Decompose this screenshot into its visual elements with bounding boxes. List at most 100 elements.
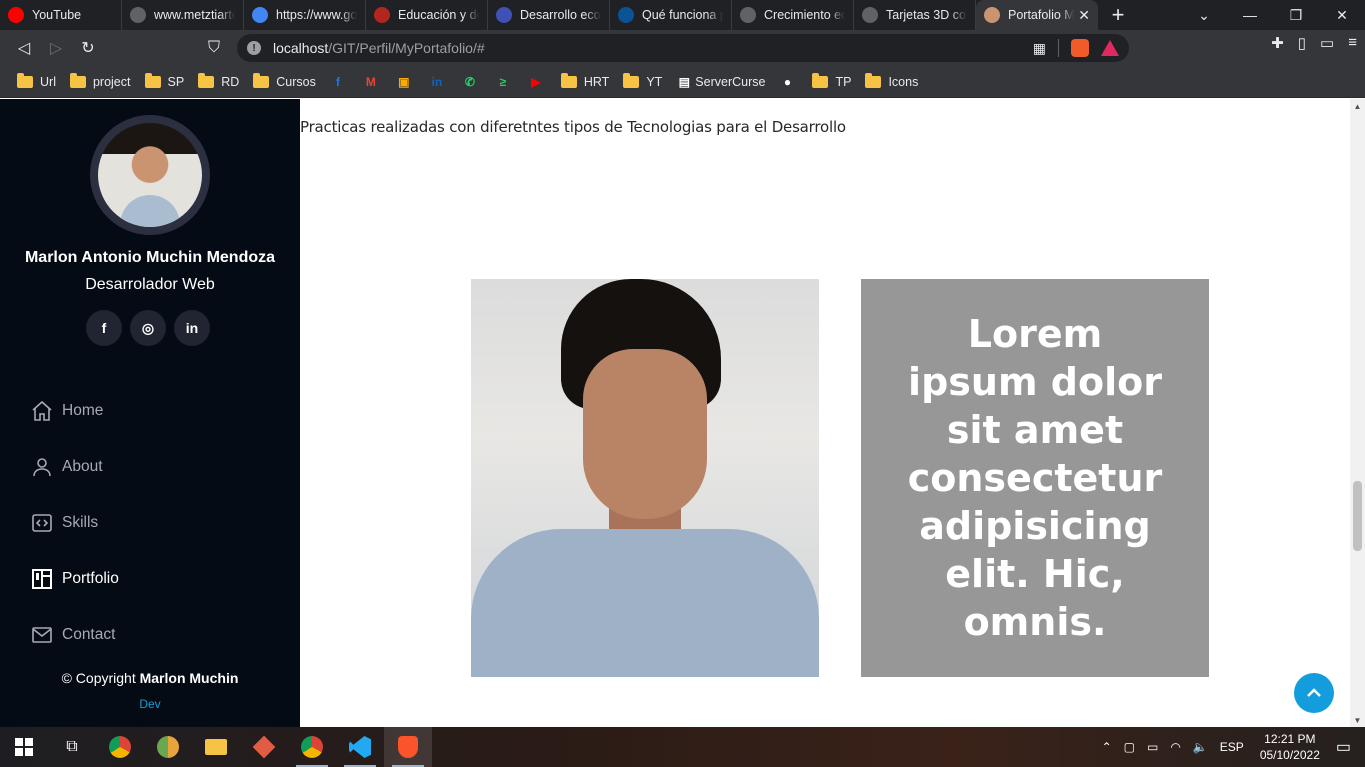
nav-item-skills[interactable]: Skills — [30, 495, 119, 551]
brave-rewards-icon[interactable] — [1101, 40, 1119, 56]
show-hidden-icons[interactable]: ⌃ — [1102, 740, 1112, 754]
facebook-link[interactable]: f — [86, 310, 122, 346]
bookmark-item[interactable]: ▶ — [523, 70, 552, 94]
bookmark-item[interactable]: YT — [618, 70, 667, 94]
copyright-name: Marlon Muchin — [139, 670, 239, 686]
bookmark-item[interactable]: project — [65, 70, 136, 94]
address-host: localhost — [273, 40, 329, 56]
bookmark-item[interactable]: ✆ — [457, 70, 486, 94]
site-info-icon[interactable]: ! — [247, 41, 261, 55]
browser-tab[interactable]: Qué funciona pa — [610, 0, 732, 30]
nav-item-contact[interactable]: Contact — [30, 607, 119, 663]
browser-tab[interactable]: https://www.goo — [244, 0, 366, 30]
reload-button[interactable]: ↻ — [72, 34, 104, 62]
scrollbar-thumb[interactable] — [1353, 481, 1362, 551]
new-tab-button[interactable]: + — [1098, 0, 1138, 30]
portfolio-card-front-photo[interactable] — [471, 279, 819, 677]
extensions-icon[interactable]: ✚ — [1271, 34, 1284, 52]
notification-icon[interactable]: ▭ — [1336, 737, 1351, 757]
vscode-icon[interactable] — [336, 727, 384, 767]
bookmark-item[interactable]: Url — [12, 70, 61, 94]
nav-item-about[interactable]: About — [30, 439, 119, 495]
bookmark-item[interactable]: M — [358, 70, 387, 94]
close-window-button[interactable]: ✕ — [1319, 0, 1365, 30]
bookmark-label: Cursos — [276, 74, 316, 89]
bookmark-item[interactable]: in — [424, 70, 453, 94]
bookmark-item[interactable]: ▤ ServerCurse — [671, 70, 770, 94]
clock[interactable]: 12:21 PM 05/10/2022 — [1260, 731, 1320, 763]
language-indicator[interactable]: ESP — [1220, 740, 1244, 754]
bookmark-item[interactable]: Cursos — [248, 70, 321, 94]
brave-shields-icon[interactable] — [1071, 39, 1089, 57]
close-tab-icon[interactable]: ✕ — [1078, 7, 1090, 24]
bookmark-label: SP — [167, 74, 185, 89]
browser-tab[interactable]: Crecimiento eco — [732, 0, 854, 30]
section-description: Practicas realizadas con diferetntes tip… — [300, 118, 846, 136]
credit-link[interactable]: Dev — [0, 697, 300, 711]
facebook-icon: f — [335, 74, 340, 89]
browser-tab[interactable]: Desarrollo econ — [488, 0, 610, 30]
scroll-up-arrow[interactable]: ▲ — [1350, 99, 1365, 113]
wallet-icon[interactable]: ▭ — [1320, 34, 1334, 52]
browser-tab[interactable]: YouTube — [0, 0, 122, 30]
copyright-prefix: © Copyright — [61, 670, 140, 686]
tab-title: Tarjetas 3D con — [886, 8, 967, 22]
chrome-profile-icon[interactable] — [288, 727, 336, 767]
system-tray: ⌃ ▢ ▭ ◠ 🔈 ESP 12:21 PM 05/10/2022 ▭ — [1096, 727, 1365, 767]
bookmark-item[interactable]: TP — [807, 70, 856, 94]
bookmark-item[interactable]: f — [325, 70, 354, 94]
folder-icon — [865, 72, 882, 88]
browser-tab[interactable]: Tarjetas 3D con — [854, 0, 976, 30]
nav-item-home[interactable]: Home — [30, 383, 119, 439]
nav-item-portfolio[interactable]: Portfolio — [30, 551, 119, 607]
folder-icon — [69, 72, 86, 88]
browser-tab[interactable]: Educación y des — [366, 0, 488, 30]
bookmark-item[interactable]: HRT — [556, 70, 614, 94]
classroom-icon: ▣ — [398, 74, 410, 89]
forward-button[interactable]: ▷ — [40, 34, 72, 62]
bookmark-item[interactable]: ▣ — [391, 70, 420, 94]
bookmark-item[interactable]: ● — [774, 70, 803, 94]
google-icon — [252, 7, 268, 23]
restore-button[interactable]: ❐ — [1273, 0, 1319, 30]
git-kraken-icon[interactable] — [240, 727, 288, 767]
copyright: © Copyright Marlon Muchin — [0, 670, 300, 686]
address-bar[interactable]: ! localhost/GIT/Perfil/MyPortafolio/# ▦ — [237, 34, 1129, 62]
linkedin-link[interactable]: in — [174, 310, 210, 346]
portfolio-card-text[interactable]: Lorem ipsum dolor sit amet consectetur a… — [861, 279, 1209, 677]
file-explorer-icon[interactable] — [192, 727, 240, 767]
chrome-icon[interactable] — [96, 727, 144, 767]
site-icon — [618, 7, 634, 23]
envelope-icon — [32, 627, 52, 643]
tab-title: Desarrollo econ — [520, 8, 601, 22]
bookmark-item[interactable]: Icons — [860, 70, 923, 94]
tab-search-icon[interactable]: ⌄ — [1181, 0, 1227, 30]
bookmark-icon[interactable]: ⛉ — [198, 34, 230, 62]
wifi-icon[interactable]: ◠ — [1170, 740, 1180, 754]
bookmark-item[interactable]: ≥ — [490, 70, 519, 94]
battery-icon[interactable]: ▭ — [1147, 740, 1158, 754]
task-view-icon[interactable]: ⧉ — [48, 727, 96, 767]
volume-icon[interactable]: 🔈 — [1193, 740, 1208, 754]
sidebar-icon[interactable]: ▯ — [1298, 34, 1306, 52]
back-button[interactable]: ◁ — [8, 34, 40, 62]
back-to-top-button[interactable] — [1294, 673, 1334, 713]
browser-tab[interactable]: Portafolio M ✕ — [976, 0, 1098, 30]
tab-title: Portafolio M — [1008, 8, 1075, 22]
bookmark-item[interactable]: SP — [140, 70, 190, 94]
qr-code-icon[interactable]: ▦ — [1033, 40, 1046, 57]
start-button[interactable] — [0, 727, 48, 767]
social-links: f ◎ in — [86, 310, 210, 346]
page-scrollbar[interactable]: ▲ ▼ — [1350, 99, 1365, 727]
chrome-canary-icon[interactable] — [144, 727, 192, 767]
scroll-down-arrow[interactable]: ▼ — [1350, 713, 1365, 727]
browser-tab[interactable]: www.metztiartes — [122, 0, 244, 30]
minimize-button[interactable]: — — [1227, 0, 1273, 30]
menu-icon[interactable]: ≡ — [1348, 34, 1357, 52]
instagram-link[interactable]: ◎ — [130, 310, 166, 346]
sidebar: Marlon Antonio Muchin Mendoza Desarrolad… — [0, 99, 300, 727]
brave-browser-icon[interactable] — [384, 727, 432, 767]
bookmark-item[interactable]: RD — [193, 70, 244, 94]
folder-icon — [144, 72, 161, 88]
meet-now-icon[interactable]: ▢ — [1124, 740, 1135, 754]
